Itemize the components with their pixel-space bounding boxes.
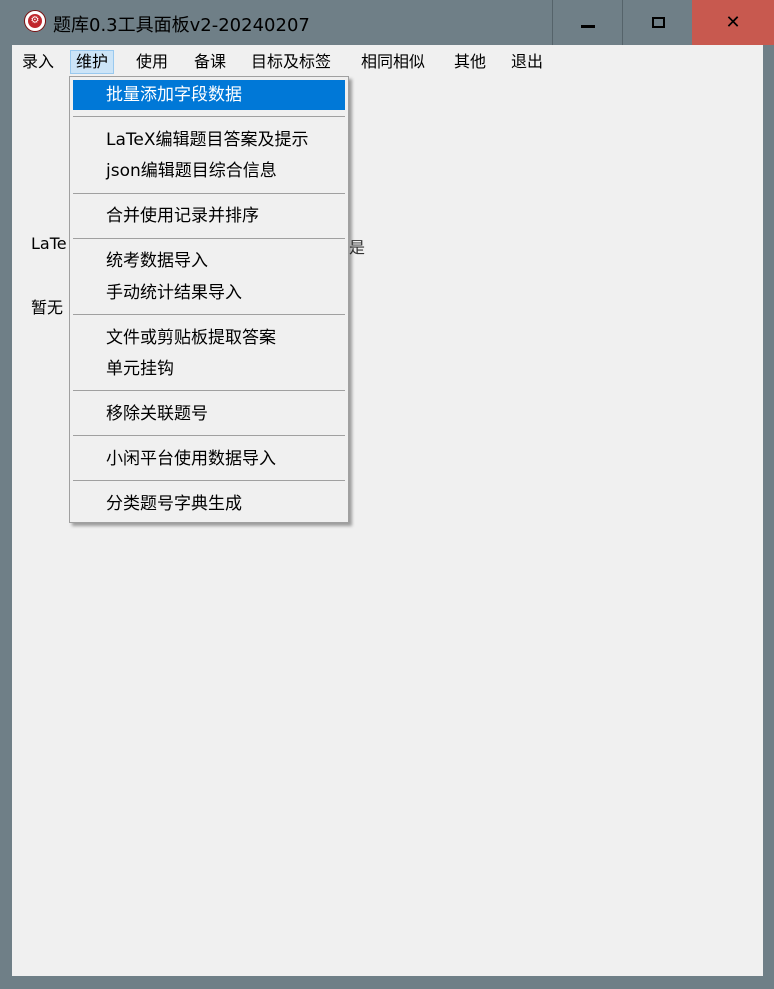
app-window: ⚙ 题库0.3工具面板v2-20240207 ✕ 录入 维护 使用 备课 目标及…: [0, 0, 774, 989]
menu-item-remove-linked-ids[interactable]: 移除关联题号: [73, 399, 345, 429]
window-title: 题库0.3工具面板v2-20240207: [53, 15, 310, 36]
close-button[interactable]: ✕: [692, 0, 774, 45]
menu-item-platform-data-import[interactable]: 小闲平台使用数据导入: [73, 444, 345, 474]
menu-separator: [73, 193, 345, 194]
latex-status-label: LaTe: [31, 234, 67, 253]
menu-maintenance[interactable]: 维护: [70, 50, 115, 74]
menu-bar: 录入 维护 使用 备课 目标及标签 相同相似 其他 退出: [12, 47, 763, 77]
menu-entry[interactable]: 录入: [17, 50, 59, 74]
menu-item-merge-records[interactable]: 合并使用记录并排序: [73, 201, 345, 231]
menu-separator: [73, 480, 345, 481]
maximize-button[interactable]: [622, 0, 693, 45]
latex-status-label-tail: 是: [349, 238, 366, 257]
app-logo-icon[interactable]: ⚙: [24, 10, 46, 32]
menu-item-batch-add-field[interactable]: 批量添加字段数据: [73, 80, 345, 110]
menu-lesson-prep[interactable]: 备课: [189, 50, 231, 74]
close-icon: ✕: [725, 12, 741, 33]
minimize-icon: [581, 25, 595, 28]
menu-item-unit-link[interactable]: 单元挂钩: [73, 354, 345, 384]
menu-other[interactable]: 其他: [449, 50, 491, 74]
menu-separator: [73, 435, 345, 436]
menu-item-exam-import[interactable]: 统考数据导入: [73, 246, 345, 276]
menu-item-json-edit[interactable]: json编辑题目综合信息: [73, 156, 345, 186]
maintenance-dropdown-menu: 批量添加字段数据 LaTeX编辑题目答案及提示 json编辑题目综合信息 合并使…: [69, 76, 349, 523]
minimize-button[interactable]: [552, 0, 623, 45]
menu-item-extract-answers[interactable]: 文件或剪贴板提取答案: [73, 323, 345, 353]
menu-similar[interactable]: 相同相似: [356, 50, 430, 74]
menu-exit[interactable]: 退出: [506, 50, 548, 74]
menu-item-category-dict[interactable]: 分类题号字典生成: [73, 489, 345, 519]
menu-goals-tags[interactable]: 目标及标签: [246, 50, 336, 74]
menu-item-latex-edit[interactable]: LaTeX编辑题目答案及提示: [73, 125, 345, 155]
title-bar[interactable]: ⚙ 题库0.3工具面板v2-20240207 ✕: [0, 0, 774, 45]
empty-status-label: 暂无: [31, 298, 64, 317]
menu-item-manual-stats-import[interactable]: 手动统计结果导入: [73, 278, 345, 308]
menu-separator: [73, 314, 345, 315]
menu-separator: [73, 116, 345, 117]
maximize-icon: [651, 17, 665, 28]
menu-separator: [73, 238, 345, 239]
menu-use[interactable]: 使用: [131, 50, 173, 74]
menu-separator: [73, 390, 345, 391]
